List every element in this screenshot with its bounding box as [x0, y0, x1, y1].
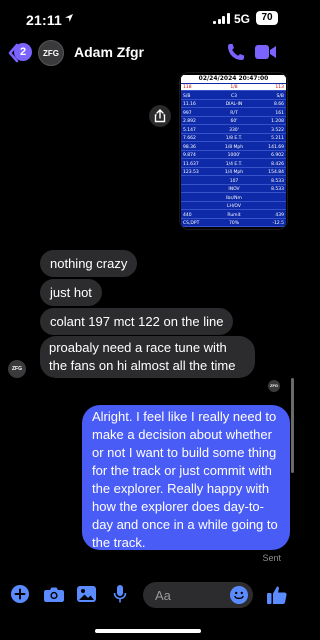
scrollbar[interactable]: [291, 378, 294, 473]
timeslip-row: 118 1/8 113: [181, 84, 286, 91]
share-icon: [154, 109, 166, 123]
timeslip-row: Ibs/Nm: [181, 195, 286, 202]
timeslip-cell: 7.662: [183, 136, 196, 141]
timeslip-cell: 439: [275, 212, 284, 218]
battery-icon: 70: [256, 11, 278, 25]
timeslip-cell: 60': [230, 119, 238, 124]
timeslip-cell: S/B: [276, 93, 284, 99]
timeslip-cell: 440: [183, 212, 192, 218]
timeslip-row: S/B C3 S/B: [181, 93, 286, 100]
timeslip-cell: CS,DPT: [183, 221, 200, 226]
timeslip-cell: 6.902: [271, 153, 284, 158]
timeslip-cell: LH/OV: [227, 204, 241, 209]
read-receipt-avatar: ZFG: [268, 380, 280, 392]
timeslip-row: 7.662 1/8 E.T. 5.211: [181, 135, 286, 142]
sender-avatar[interactable]: ZFG: [8, 360, 26, 378]
timeslip-row: 2.892 60' 1.208: [181, 118, 286, 125]
timeslip: 02/24/2024 20:47:00 118 1/8 113 S/B C3 S/B 11.…: [181, 75, 286, 227]
gallery-icon[interactable]: [77, 585, 96, 603]
timeslip-cell: 11.16: [183, 102, 196, 107]
timeslip-cell: 2.892: [183, 119, 196, 124]
plus-circle-icon[interactable]: [11, 585, 29, 603]
conversation-header: 2 ZFG Adam Zfgr: [0, 36, 296, 70]
timeslip-cell: S/B: [183, 93, 191, 99]
timeslip-date: 02/24/2024 20:47:00: [181, 75, 286, 83]
timeslip-row: 9.874 1000' 6.902: [181, 152, 286, 159]
message-incoming[interactable]: nothing crazy: [40, 250, 138, 277]
timeslip-row: INOV 8.533: [181, 186, 286, 193]
message-composer: [0, 578, 296, 612]
status-bar: 21:11 5G 70: [0, 0, 296, 36]
timeslip-cell: 9.874: [183, 153, 196, 158]
message-status: Sent: [262, 553, 281, 563]
timeslip-cell: 98.36: [183, 144, 196, 150]
home-indicator: [95, 629, 201, 633]
timeslip-cell: 1/8 E.T.: [225, 136, 243, 141]
timeslip-cell: 11.637: [183, 161, 199, 167]
timeslip-cell: 107: [229, 178, 239, 184]
timeslip-cell: 123.53: [183, 170, 199, 175]
microphone-icon[interactable]: [113, 585, 127, 603]
timeslip-row: 5.147 330' 3.522: [181, 127, 286, 134]
timeslip-cell: Ibs/Nm: [226, 195, 242, 201]
timeslip-row: 123.53 1/4 Mph 154.84: [181, 169, 286, 176]
shared-image-timeslip[interactable]: 02/24/2024 20:47:00 118 1/8 113 S/B C3 S/B 11.…: [179, 72, 288, 230]
timeslip-cell: 1000': [227, 153, 241, 158]
timeslip-cell: 330': [229, 127, 239, 133]
phone-icon[interactable]: [226, 42, 246, 62]
timeslip-cell: Rumit: [227, 212, 241, 218]
timeslip-row: 11.637 1/4 E.T. 8.426: [181, 161, 286, 168]
timeslip-cell: 8.66: [273, 102, 284, 107]
message-incoming[interactable]: proabaly need a race tune with the fans …: [40, 336, 255, 378]
timeslip-cell: 8.533: [271, 187, 284, 192]
avatar[interactable]: ZFG: [38, 40, 64, 66]
message-incoming[interactable]: just hot: [40, 279, 102, 306]
timeslip-cell: C3: [230, 93, 237, 99]
status-time: 21:11: [26, 12, 63, 28]
timeslip-row: 440 Rumit 439: [181, 212, 286, 219]
timeslip-cell: 5.211: [271, 136, 284, 141]
timeslip-row: CS,DPT 70% -12.5: [181, 220, 286, 227]
camera-icon[interactable]: [44, 585, 64, 603]
timeslip-cell: DIAL-IN: [225, 102, 243, 107]
timeslip-cell: 1/4 E.T.: [225, 161, 243, 167]
message-incoming[interactable]: colant 197 mct 122 on the line: [40, 308, 234, 335]
timeslip-cell: 8.533: [271, 178, 284, 184]
location-arrow-icon: [65, 14, 73, 22]
thumbs-up-icon[interactable]: [266, 584, 288, 606]
message-outgoing[interactable]: Alright. I feel like I really need to ma…: [82, 405, 290, 550]
timeslip-cell: INOV: [228, 187, 240, 192]
timeslip-row: 11.16 DIAL-IN 8.66: [181, 101, 286, 108]
emoji-icon[interactable]: [230, 586, 248, 604]
timeslip-cell: 154.84: [268, 170, 284, 175]
timeslip-row: 997 R/T 161: [181, 110, 286, 117]
timeslip-cell: 118: [183, 85, 192, 90]
timeslip-cell: -12.5: [272, 221, 284, 226]
timeslip-cell: 141.69: [268, 144, 284, 150]
timeslip-cell: 161: [275, 110, 284, 116]
timeslip-cell: R/T: [230, 110, 238, 116]
timeslip-cell: 113: [275, 85, 284, 90]
timeslip-cell: 1/8: [230, 85, 238, 90]
timeslip-cell: 997: [183, 110, 192, 116]
network-type: 5G: [234, 12, 251, 26]
timeslip-cell: 70%: [228, 221, 239, 226]
share-button[interactable]: [149, 105, 171, 127]
unread-badge[interactable]: 2: [14, 43, 32, 61]
timeslip-cell: 3.522: [271, 127, 284, 133]
timeslip-cell: 1/4 Mph: [224, 170, 244, 175]
contact-name[interactable]: Adam Zfgr: [74, 44, 144, 60]
timeslip-cell: 8.426: [271, 161, 284, 167]
video-camera-icon[interactable]: [255, 44, 277, 60]
timeslip-row: 98.36 1/8 Mph 141.69: [181, 144, 286, 151]
timeslip-cell: 1.208: [271, 119, 284, 124]
timeslip-cell: 5.147: [183, 127, 196, 133]
timeslip-row: 107 8.533: [181, 178, 286, 185]
signal-icon: [213, 13, 230, 24]
timeslip-cell: 1/8 Mph: [224, 144, 244, 150]
timeslip-row: LH/OV: [181, 203, 286, 210]
